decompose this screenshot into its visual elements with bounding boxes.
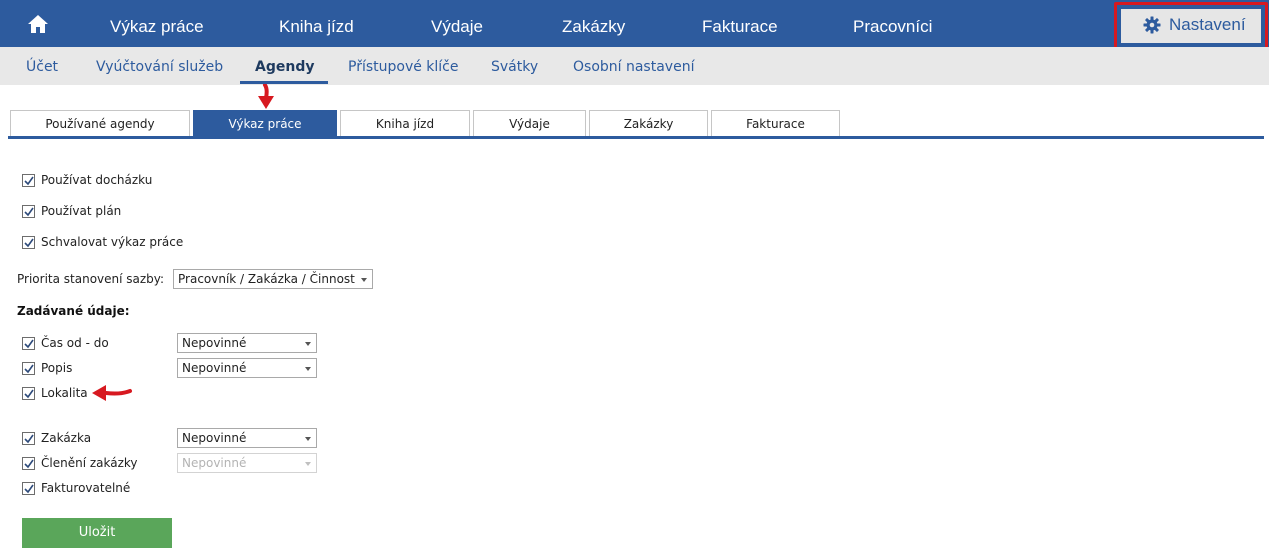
nav-fakturace[interactable]: Fakturace bbox=[702, 0, 778, 47]
label-lokalita: Lokalita bbox=[41, 386, 88, 400]
checkbox-fakturovatelne[interactable] bbox=[22, 482, 35, 495]
settings-label: Nastavení bbox=[1169, 15, 1246, 34]
label-cas-od-do: Čas od - do bbox=[41, 336, 109, 350]
checkbox-cas-od-do[interactable] bbox=[22, 337, 35, 350]
subnav-osobni-nastaveni[interactable]: Osobní nastavení bbox=[573, 59, 694, 75]
checkmark-icon bbox=[24, 364, 34, 374]
checkbox-pouzivat-plan[interactable] bbox=[22, 205, 35, 218]
subnav-ucet[interactable]: Účet bbox=[26, 59, 58, 75]
home-icon[interactable] bbox=[27, 14, 49, 34]
rate-priority-value: Pracovník / Zakázka / Činnost bbox=[178, 272, 355, 286]
tab-pouzivane-agendy[interactable]: Používané agendy bbox=[10, 110, 190, 136]
tab-vydaje[interactable]: Výdaje bbox=[473, 110, 586, 136]
cleneni-zakazky-requirement-value: Nepovinné bbox=[182, 456, 247, 470]
label-fakturovatelne: Fakturovatelné bbox=[41, 481, 131, 495]
zakazka-requirement-select[interactable]: Nepovinné bbox=[177, 428, 317, 448]
chevron-down-icon bbox=[305, 342, 311, 346]
tab-vykaz-prace[interactable]: Výkaz práce bbox=[193, 110, 337, 136]
tab-fakturace[interactable]: Fakturace bbox=[711, 110, 840, 136]
subnav-vyuctovani-sluzeb[interactable]: Vyúčtování služeb bbox=[96, 59, 223, 75]
top-navigation: Výkaz práce Kniha jízd Výdaje Zakázky Fa… bbox=[0, 0, 1269, 50]
nav-vydaje[interactable]: Výdaje bbox=[431, 0, 483, 47]
checkmark-icon bbox=[24, 434, 34, 444]
nav-zakazky[interactable]: Zakázky bbox=[562, 0, 625, 47]
sub-navigation: Účet Vyúčtování služeb Agendy Přístupové… bbox=[0, 47, 1269, 85]
settings-highlight: Nastavení bbox=[1114, 2, 1268, 50]
subnav-pristupove-klice[interactable]: Přístupové klíče bbox=[348, 59, 459, 75]
nav-vykaz-prace[interactable]: Výkaz práce bbox=[110, 0, 204, 47]
checkbox-pouzivat-dochazku[interactable] bbox=[22, 174, 35, 187]
zakazka-requirement-value: Nepovinné bbox=[182, 431, 247, 445]
checkmark-icon bbox=[24, 484, 34, 494]
tab-kniha-jizd[interactable]: Kniha jízd bbox=[340, 110, 470, 136]
gear-icon bbox=[1143, 16, 1161, 34]
popis-requirement-value: Nepovinné bbox=[182, 361, 247, 375]
checkmark-icon bbox=[24, 339, 34, 349]
red-arrow-left-icon bbox=[92, 385, 132, 401]
checkbox-cleneni-zakazky[interactable] bbox=[22, 457, 35, 470]
chevron-down-icon bbox=[305, 437, 311, 441]
checkmark-icon bbox=[24, 389, 34, 399]
tabs-underline bbox=[8, 136, 1264, 139]
checkmark-icon bbox=[24, 238, 34, 248]
label-schvalovat-vykaz: Schvalovat výkaz práce bbox=[41, 235, 184, 249]
checkmark-icon bbox=[24, 176, 34, 186]
checkbox-popis[interactable] bbox=[22, 362, 35, 375]
label-cleneni-zakazky: Členění zakázky bbox=[41, 456, 138, 470]
fields-title: Zadávané údaje: bbox=[17, 304, 130, 318]
checkbox-schvalovat-vykaz[interactable] bbox=[22, 236, 35, 249]
chevron-down-icon bbox=[361, 278, 367, 282]
tab-zakazky[interactable]: Zakázky bbox=[589, 110, 708, 136]
label-pouzivat-dochazku: Používat docházku bbox=[41, 173, 153, 187]
red-arrow-down-icon bbox=[258, 84, 274, 109]
rate-priority-select[interactable]: Pracovník / Zakázka / Činnost bbox=[173, 269, 373, 289]
checkbox-lokalita[interactable] bbox=[22, 387, 35, 400]
chevron-down-icon bbox=[305, 462, 311, 466]
checkmark-icon bbox=[24, 207, 34, 217]
popis-requirement-select[interactable]: Nepovinné bbox=[177, 358, 317, 378]
rate-priority-label: Priorita stanovení sazby: bbox=[17, 272, 165, 286]
label-pouzivat-plan: Používat plán bbox=[41, 204, 122, 218]
label-popis: Popis bbox=[41, 361, 73, 375]
cas-od-do-requirement-value: Nepovinné bbox=[182, 336, 247, 350]
save-button[interactable]: Uložit bbox=[22, 518, 172, 548]
label-zakazka: Zakázka bbox=[41, 431, 92, 445]
subnav-agendy[interactable]: Agendy bbox=[255, 59, 314, 75]
nav-kniha-jizd[interactable]: Kniha jízd bbox=[279, 0, 354, 47]
checkbox-zakazka[interactable] bbox=[22, 432, 35, 445]
nav-pracovnici[interactable]: Pracovníci bbox=[853, 0, 932, 47]
subnav-svatky[interactable]: Svátky bbox=[491, 59, 538, 75]
cas-od-do-requirement-select[interactable]: Nepovinné bbox=[177, 333, 317, 353]
checkmark-icon bbox=[24, 459, 34, 469]
cleneni-zakazky-requirement-select: Nepovinné bbox=[177, 453, 317, 473]
chevron-down-icon bbox=[305, 367, 311, 371]
settings-button[interactable]: Nastavení bbox=[1121, 9, 1261, 43]
